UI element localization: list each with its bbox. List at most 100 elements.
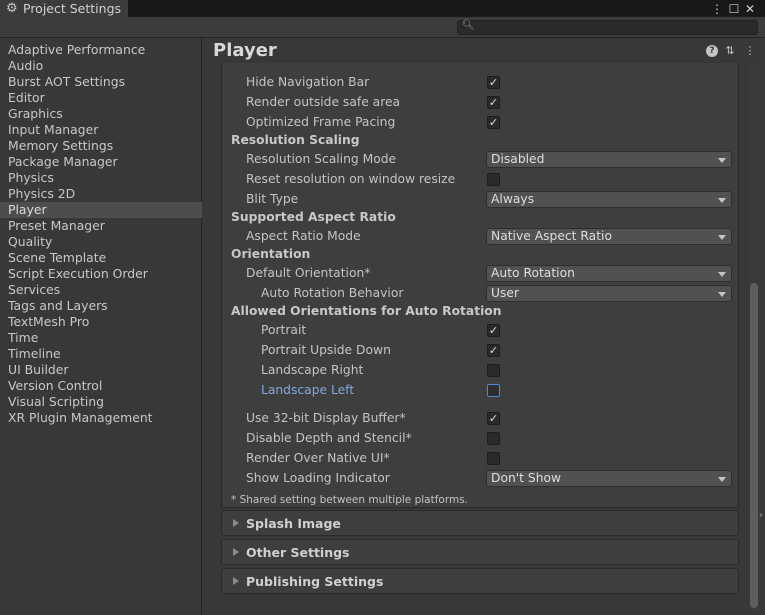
foldout-splash-image[interactable]: Splash Image <box>221 510 739 536</box>
sidebar-item-burst-aot-settings[interactable]: Burst AOT Settings <box>0 74 202 90</box>
search-input[interactable]: 🔍︎ <box>457 20 758 35</box>
chevron-down-icon <box>718 198 726 203</box>
default-orientation-dropdown[interactable]: Auto Rotation <box>486 265 732 282</box>
sidebar-item-physics[interactable]: Physics <box>0 170 202 186</box>
checkmark-icon: ✓ <box>488 344 499 357</box>
sidebar-item-visual-scripting[interactable]: Visual Scripting <box>0 394 202 410</box>
sidebar-item-adaptive-performance[interactable]: Adaptive Performance <box>0 42 202 58</box>
sidebar-item-quality[interactable]: Quality <box>0 234 202 250</box>
sidebar-item-services[interactable]: Services <box>0 282 202 298</box>
close-icon[interactable]: ✕ <box>742 0 758 17</box>
checkmark-icon: ✓ <box>488 324 499 337</box>
sidebar-item-version-control[interactable]: Version Control <box>0 378 202 394</box>
setting-label-aspect-ratio-mode: Aspect Ratio Mode <box>246 229 361 243</box>
sidebar-item-player[interactable]: Player <box>0 202 202 218</box>
chevron-right-icon: › <box>759 510 763 521</box>
maximize-icon[interactable]: ☐ <box>726 0 742 17</box>
sidebar: Adaptive Performance Audio Burst AOT Setti… <box>0 38 202 615</box>
setting-label-blit-type: Blit Type <box>246 192 299 206</box>
reset-resolution-on-window-resize-checkbox[interactable] <box>487 173 500 186</box>
section-header-orientation: Orientation <box>231 247 311 261</box>
setting-row-orientation: Orientation <box>222 245 740 265</box>
sidebar-item-time[interactable]: Time <box>0 330 202 346</box>
setting-row-optimized-frame-pacing: Optimized Frame Pacing ✓ <box>222 113 740 133</box>
window-tab-title: Project Settings <box>23 1 122 16</box>
setting-label-hide-navigation-bar: Hide Navigation Bar <box>246 75 370 89</box>
landscape-right-checkbox[interactable] <box>487 364 500 377</box>
portrait-checkbox[interactable]: ✓ <box>487 324 500 337</box>
chevron-right-icon <box>233 519 239 527</box>
sidebar-item-physics-2d[interactable]: Physics 2D <box>0 186 202 202</box>
setting-row-hide-navigation-bar: Hide Navigation Bar ✓ <box>222 73 740 93</box>
resolution-scaling-mode-dropdown[interactable]: Disabled <box>486 151 732 168</box>
sidebar-item-xr-plugin-management[interactable]: XR Plugin Management <box>0 410 202 426</box>
sidebar-item-timeline[interactable]: Timeline <box>0 346 202 362</box>
portrait-upside-down-checkbox[interactable]: ✓ <box>487 344 500 357</box>
disable-depth-and-stencil-checkbox[interactable] <box>487 432 500 445</box>
foldout-title: Splash Image <box>246 516 341 531</box>
default-orientation-value: Auto Rotation <box>491 266 575 280</box>
hide-navigation-bar-checkbox[interactable]: ✓ <box>487 76 500 89</box>
setting-label-render-over-native-ui: Render Over Native UI* <box>246 451 390 465</box>
use-32-bit-display-buffer-checkbox[interactable]: ✓ <box>487 412 500 425</box>
render-over-native-ui-checkbox[interactable] <box>487 452 500 465</box>
foldout-publishing-settings[interactable]: Publishing Settings <box>221 568 739 594</box>
sidebar-item-ui-builder[interactable]: UI Builder <box>0 362 202 378</box>
sidebar-item-memory-settings[interactable]: Memory Settings <box>0 138 202 154</box>
setting-label-landscape-left: Landscape Left <box>261 383 355 397</box>
sidebar-item-input-manager[interactable]: Input Manager <box>0 122 202 138</box>
setting-row-portrait-upside-down: Portrait Upside Down ✓ <box>222 341 740 361</box>
help-icon[interactable]: ? <box>706 45 718 57</box>
setting-row-portrait: Portrait ✓ <box>222 321 740 341</box>
setting-row-aspect-ratio-mode: Aspect Ratio Mode Native Aspect Ratio <box>222 227 740 247</box>
sidebar-item-audio[interactable]: Audio <box>0 58 202 74</box>
foldout-title: Publishing Settings <box>246 574 384 589</box>
show-loading-indicator-dropdown[interactable]: Don't Show <box>486 470 732 487</box>
sidebar-item-package-manager[interactable]: Package Manager <box>0 154 202 170</box>
setting-label-landscape-right: Landscape Right <box>261 363 364 377</box>
setting-row-blit-type: Blit Type Always <box>222 190 740 210</box>
sidebar-item-editor[interactable]: Editor <box>0 90 202 106</box>
title-bar: ⚙ Project Settings ⋮ ☐ ✕ <box>0 0 765 17</box>
setting-row-render-over-native-ui: Render Over Native UI* <box>222 449 740 469</box>
setting-row-render-outside-safe-area: Render outside safe area ✓ <box>222 93 740 113</box>
aspect-ratio-mode-dropdown[interactable]: Native Aspect Ratio <box>486 228 732 245</box>
auto-rotation-behavior-dropdown[interactable]: User <box>486 285 732 302</box>
resolution-scaling-mode-value: Disabled <box>491 152 545 166</box>
section-header-supported-aspect-ratio: Supported Aspect Ratio <box>231 210 396 224</box>
sidebar-item-preset-manager[interactable]: Preset Manager <box>0 218 202 234</box>
setting-label-resolution-scaling-mode: Resolution Scaling Mode <box>246 152 397 166</box>
blit-type-dropdown[interactable]: Always <box>486 191 732 208</box>
setting-row-auto-rotation-behavior: Auto Rotation Behavior User <box>222 284 740 304</box>
setting-row-reset-resolution-on-window-resize: Reset resolution on window resize <box>222 170 740 190</box>
auto-rotation-behavior-value: User <box>491 286 520 300</box>
setting-label-portrait: Portrait <box>261 323 307 337</box>
setting-label-default-orientation: Default Orientation* <box>246 266 371 280</box>
more-options-icon[interactable]: ⋮ <box>709 0 725 17</box>
page-title: Player <box>213 40 277 61</box>
sidebar-item-tags-and-layers[interactable]: Tags and Layers <box>0 298 202 314</box>
setting-row-disable-depth-and-stencil: Disable Depth and Stencil* <box>222 429 740 449</box>
chevron-right-icon <box>233 548 239 556</box>
sidebar-item-graphics[interactable]: Graphics <box>0 106 202 122</box>
setting-label-disable-depth-and-stencil: Disable Depth and Stencil* <box>246 431 412 445</box>
scrollbar-thumb[interactable] <box>750 283 758 608</box>
foldout-other-settings[interactable]: Other Settings <box>221 539 739 565</box>
setting-label-reset-resolution-on-window-resize: Reset resolution on window resize <box>246 172 456 186</box>
setting-row-use-32-bit-display-buffer: Use 32-bit Display Buffer* ✓ <box>222 409 740 429</box>
optimized-frame-pacing-checkbox[interactable]: ✓ <box>487 116 500 129</box>
setting-row-landscape-left: Landscape Left <box>222 381 740 401</box>
sidebar-item-textmesh-pro[interactable]: TextMesh Pro <box>0 314 202 330</box>
gear-icon: ⚙ <box>6 1 18 16</box>
window-tab[interactable]: ⚙ Project Settings <box>0 0 128 17</box>
setting-label-use-32-bit-display-buffer: Use 32-bit Display Buffer* <box>246 411 406 425</box>
chevron-right-icon <box>233 577 239 585</box>
sidebar-item-script-execution-order[interactable]: Script Execution Order <box>0 266 202 282</box>
checkmark-icon: ✓ <box>488 412 499 425</box>
sliders-icon[interactable]: ⇅ <box>724 45 736 57</box>
sidebar-item-scene-template[interactable]: Scene Template <box>0 250 202 266</box>
show-loading-indicator-value: Don't Show <box>491 471 562 485</box>
render-outside-safe-area-checkbox[interactable]: ✓ <box>487 96 500 109</box>
more-icon[interactable]: ⋮ <box>744 45 756 57</box>
landscape-left-checkbox[interactable] <box>487 384 500 397</box>
